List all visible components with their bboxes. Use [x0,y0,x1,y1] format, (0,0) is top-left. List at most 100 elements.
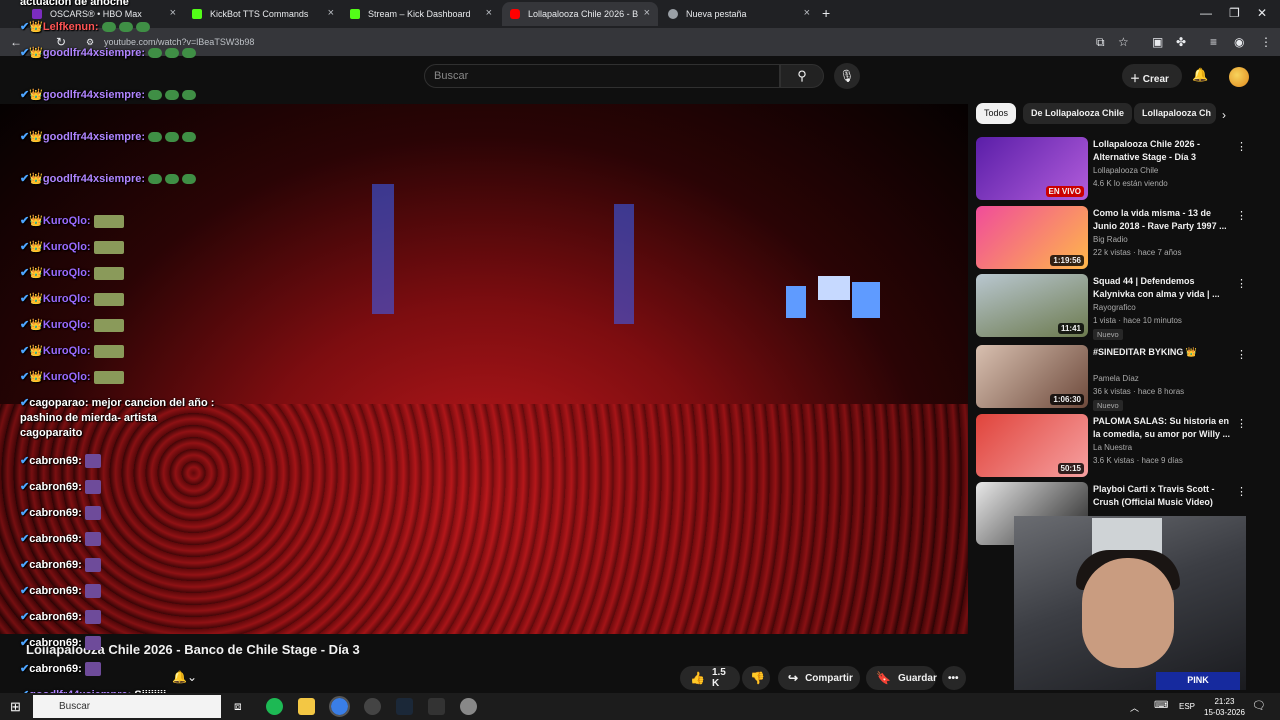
reading-list-icon[interactable]: ≡ [1210,35,1217,49]
chat-username[interactable]: cabron69: [29,637,82,649]
more-actions-button[interactable]: ••• [942,666,966,690]
chevron-right-icon[interactable]: › [1222,108,1226,122]
chat-username[interactable]: cabron69: [29,585,82,597]
dislike-button[interactable]: 👎 [742,666,770,690]
chat-username[interactable]: cagoparao: [29,397,88,409]
related-channel[interactable]: Rayografico [1093,303,1136,312]
chip-todos[interactable]: Todos [976,103,1017,124]
close-tab-icon[interactable]: × [804,7,810,19]
new-tab-button[interactable]: + [822,5,830,21]
close-tab-icon[interactable]: × [328,7,334,19]
obs-icon[interactable] [364,698,381,715]
search-input[interactable]: Buscar [424,64,780,88]
chat-username[interactable]: cabron69: [29,611,82,623]
chat-username[interactable]: KuroQlo: [43,371,91,383]
related-title[interactable]: Lollapalooza Chile 2026 - Alternative St… [1093,138,1231,164]
video-thumbnail[interactable]: EN VIVO [976,137,1088,200]
chat-username[interactable]: KuroQlo: [43,215,91,227]
chat-username[interactable]: cabron69: [29,533,82,545]
chat-username[interactable]: KuroQlo: [43,319,91,331]
chat-username[interactable]: goodlfr44xsiempre: [43,131,145,143]
chat-username[interactable]: goodlfr44xsiempre: [43,173,145,185]
spotify-icon[interactable] [266,698,283,715]
related-title[interactable]: #SINEDITAR BYKING 👑 [1093,346,1231,359]
notifications-bell-icon[interactable]: 🔔 [1192,67,1208,83]
share-button[interactable]: ↪ Compartir [778,666,860,690]
tab-new[interactable]: Nueva pestaña × [660,2,818,26]
save-button[interactable]: 🔖 Guardar [866,666,937,690]
bookmark-star-icon[interactable]: ☆ [1118,35,1129,49]
chat-username[interactable]: KuroQlo: [43,345,91,357]
app-icon[interactable] [460,698,477,715]
profile-icon[interactable]: ◉ [1234,35,1244,49]
more-options-icon[interactable]: ⋮ [1236,348,1247,361]
tab-kick-dashboard[interactable]: Stream – Kick Dashboard × [342,2,500,26]
related-title[interactable]: Como la vida misma - 13 de Junio 2018 - … [1093,207,1231,233]
chat-username[interactable]: cabron69: [29,455,82,467]
taskbar-search[interactable]: Buscar [33,695,221,718]
chat-username[interactable]: goodlfr44xsiempre: [43,47,145,59]
chat-username[interactable]: KuroQlo: [43,293,91,305]
chat-username[interactable]: goodlfr44xsiempre: [43,89,145,101]
chat-username[interactable]: KuroQlo: [43,267,91,279]
file-explorer-icon[interactable] [298,698,315,715]
extension-icon[interactable]: ▣ [1152,35,1163,49]
restore-icon[interactable]: ❐ [1229,6,1240,20]
video-thumbnail[interactable]: 1:19:56 [976,206,1088,269]
keyboard-icon[interactable]: ⌨ [1154,700,1168,711]
windows-start-icon[interactable]: ⊞ [10,699,21,715]
puzzle-extensions-icon[interactable]: ✤ [1176,35,1186,49]
video-thumbnail[interactable]: 11:41 [976,274,1088,337]
chat-username[interactable]: cabron69: [29,507,82,519]
install-icon[interactable]: ⧉ [1096,35,1105,50]
close-tab-icon[interactable]: × [644,7,650,19]
close-window-icon[interactable]: ✕ [1257,6,1267,20]
save-label: Guardar [897,672,937,684]
video-thumbnail[interactable]: 50:15 [976,414,1088,477]
related-video[interactable]: 1:06:30 #SINEDITAR BYKING 👑 Pamela Díaz … [976,345,1248,411]
like-button[interactable]: 👍 1.5 K [680,666,740,690]
chat-username[interactable]: cabron69: [29,663,82,675]
chrome-icon[interactable] [329,696,350,717]
language-indicator[interactable]: ESP [1179,702,1195,711]
chat-username[interactable]: cabron69: [29,481,82,493]
more-options-icon[interactable]: ⋮ [1236,209,1247,222]
related-channel[interactable]: Big Radio [1093,235,1128,244]
chip-related[interactable]: Lollapalooza Ch [1134,103,1216,124]
avatar[interactable] [1229,67,1249,87]
clock[interactable]: 21:23 15-03-2026 [1204,696,1245,718]
related-title[interactable]: Playboi Carti x Travis Scott - Crush (Of… [1093,483,1231,509]
related-channel[interactable]: Lollapalooza Chile [1093,166,1158,175]
more-options-icon[interactable]: ⋮ [1236,417,1247,430]
chat-username[interactable]: KuroQlo: [43,241,91,253]
more-options-icon[interactable]: ⋮ [1236,140,1247,153]
more-options-icon[interactable]: ⋮ [1236,485,1247,498]
task-view-icon[interactable]: ⧈ [234,699,242,714]
related-title[interactable]: PALOMA SALAS: Su historia en la comedia,… [1093,415,1231,441]
related-title[interactable]: Squad 44 | Defendemos Kalynivka con alma… [1093,275,1231,301]
related-channel[interactable]: Pamela Díaz [1093,374,1139,383]
menu-kebab-icon[interactable]: ⋮ [1260,35,1272,49]
tray-chevron-icon[interactable]: ︿ [1130,701,1139,714]
chat-username[interactable]: cabron69: [29,559,82,571]
close-tab-icon[interactable]: × [486,7,492,19]
search-icon[interactable]: ⚲ [780,64,824,88]
app-icon[interactable] [428,698,445,715]
related-video[interactable]: EN VIVO Lollapalooza Chile 2026 - Altern… [976,137,1248,201]
chat-badges: ✔👑 [20,345,43,357]
related-video[interactable]: 11:41 Squad 44 | Defendemos Kalynivka co… [976,274,1248,340]
steam-icon[interactable] [396,698,413,715]
minimize-icon[interactable]: — [1200,6,1212,20]
create-button[interactable]: ＋ Crear [1122,64,1182,88]
related-video[interactable]: 1:19:56 Como la vida misma - 13 de Junio… [976,206,1248,270]
chat-username[interactable]: Lelfkenun: [43,21,99,33]
chat-header: actuación de anoche [20,0,129,8]
related-channel[interactable]: La Nuestra [1093,443,1132,452]
more-options-icon[interactable]: ⋮ [1236,277,1247,290]
tab-lollapalooza[interactable]: Lollapalooza Chile 2026 - B × [502,2,658,26]
chip-channel[interactable]: De Lollapalooza Chile [1023,103,1133,124]
notification-center-icon[interactable]: 🗨 [1252,699,1266,712]
video-thumbnail[interactable]: 1:06:30 [976,345,1088,408]
microphone-icon[interactable]: 🎙 [834,63,860,89]
related-video[interactable]: 50:15 PALOMA SALAS: Su historia en la co… [976,414,1248,478]
